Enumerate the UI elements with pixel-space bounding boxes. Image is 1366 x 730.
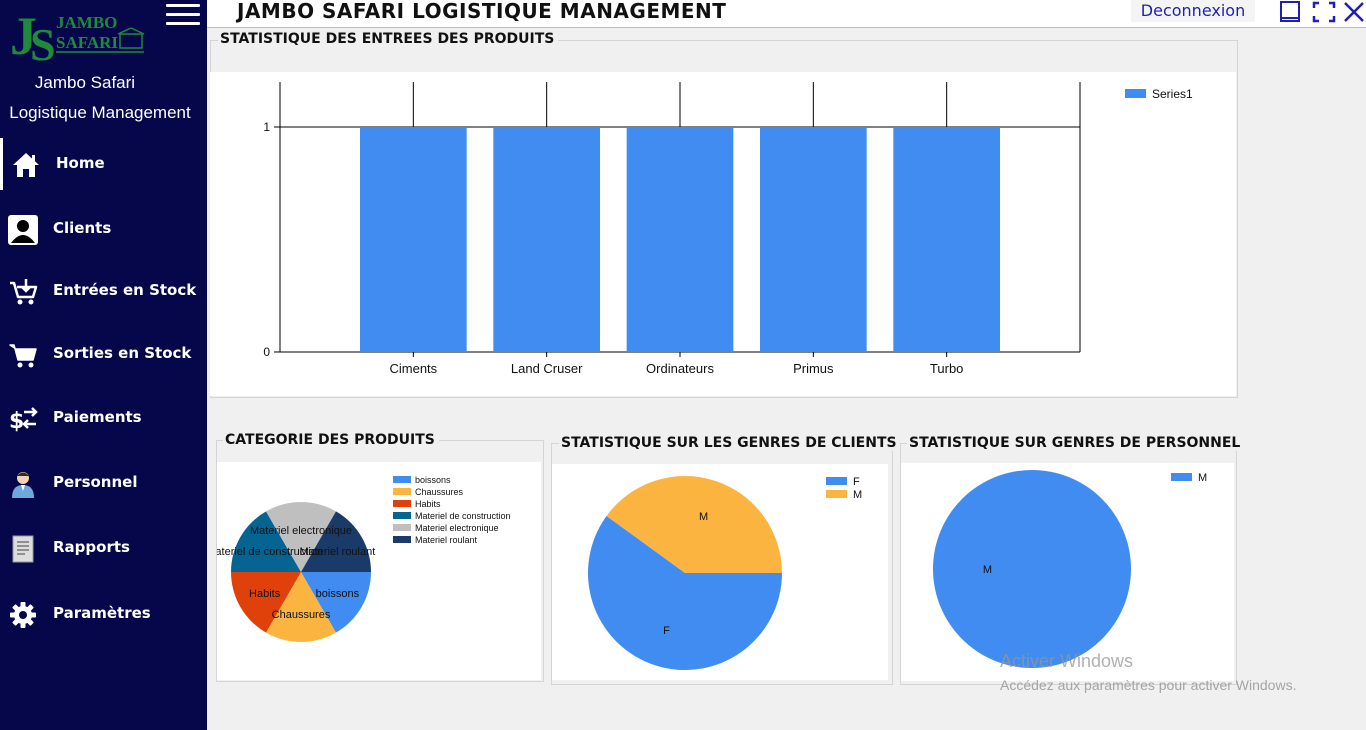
sidebar-item-clients[interactable]: Clients: [0, 203, 207, 255]
category-legend-label: Materiel electronique: [415, 523, 499, 533]
clients-data-label: M: [699, 511, 708, 523]
sidebar-label-personnel: Personnel: [53, 473, 138, 491]
sidebar-label-parametres: Paramètres: [53, 604, 151, 622]
clients-legend-label: M: [853, 489, 862, 501]
sidebar-label-paiements: Paiements: [53, 408, 142, 426]
maximize-icon[interactable]: [1312, 1, 1336, 23]
category-legend-swatch: [393, 488, 411, 495]
category-data-label: Materiel electronique: [250, 525, 352, 537]
sidebar-label-entrees-stock: Entrées en Stock: [53, 281, 197, 299]
cart-icon: [9, 344, 37, 368]
staff-pie-chart: MM: [933, 470, 1207, 668]
brand-line1: Jambo Safari: [34, 73, 136, 92]
user-icon: [8, 215, 38, 245]
sidebar: J S JAMBO SAFARI Jambo Safari Logistique…: [0, 0, 207, 730]
x-tick-label: Ciments: [389, 361, 437, 376]
staff-legend-swatch: [1171, 473, 1192, 481]
brand-line2: Logistique Management: [9, 103, 191, 122]
activation-watermark-subtitle: Accédez aux paramètres pour activer Wind…: [1000, 677, 1297, 693]
sidebar-label-clients: Clients: [53, 219, 112, 237]
menu-toggle-icon[interactable]: [166, 4, 200, 28]
activation-watermark-title: Activer Windows: [1000, 651, 1134, 671]
products-title: STATISTIQUE DES ENTREES DES PRODUITS: [218, 31, 559, 47]
category-chart-panel: boissons Chaussures Habits Materiel de cons…: [206, 462, 541, 680]
category-title: CATEGORIE DES PRODUITS: [223, 432, 439, 448]
category-legend-swatch: [393, 476, 411, 483]
clients-legend-swatch: [826, 490, 847, 498]
cart-in-icon: [10, 279, 38, 305]
sidebar-item-sorties-stock[interactable]: Sorties en Stock: [0, 328, 207, 380]
category-legend-swatch: [393, 512, 411, 519]
y-tick-label: 0: [263, 345, 270, 359]
category-legend-swatch: [393, 536, 411, 543]
logout-button[interactable]: Deconnexion: [1131, 0, 1255, 22]
category-legend-swatch: [393, 524, 411, 531]
category-legend-label: Materiel roulant: [415, 535, 478, 545]
products-chart-panel: 0 1 Ciments Land Cruser Ordinateurs Primus Tur…: [210, 72, 1236, 396]
home-icon: [13, 153, 39, 177]
staff-slice-m: [933, 470, 1131, 668]
x-tick-label: Primus: [793, 361, 834, 376]
category-data-label: Chaussures: [272, 609, 331, 621]
clients-legend-label: F: [853, 476, 860, 488]
category-legend-label: boissons: [415, 475, 451, 485]
svg-text:SAFARI: SAFARI: [56, 33, 118, 52]
sidebar-item-home[interactable]: Home: [0, 138, 210, 190]
sidebar-label-sorties-stock: Sorties en Stock: [53, 344, 192, 362]
clients-title: STATISTIQUE SUR LES GENRES DE CLIENTS: [559, 435, 901, 451]
report-icon: [12, 535, 34, 563]
category-pie-chart: boissons Chaussures Habits Materiel de cons…: [206, 475, 511, 642]
legend-label: Series1: [1152, 87, 1193, 101]
category-data-label: Materiel roulant: [299, 546, 375, 558]
sidebar-label-rapports: Rapports: [53, 538, 130, 556]
svg-text:$: $: [9, 409, 24, 434]
bar-land-cruser: [493, 127, 600, 352]
x-tick-label: Ordinateurs: [646, 361, 714, 376]
minimize-icon[interactable]: [1278, 1, 1302, 23]
bar-primus: [760, 127, 867, 352]
sidebar-item-parametres[interactable]: Paramètres: [0, 588, 207, 640]
clients-pie-chart: FMFM: [588, 476, 862, 670]
y-tick-label: 1: [263, 120, 270, 134]
staff-title: STATISTIQUE SUR GENRES DE PERSONNEL: [907, 435, 1245, 451]
staff-legend-label: M: [1198, 472, 1207, 484]
payment-icon: $: [9, 407, 38, 434]
category-legend-label: Habits: [415, 499, 441, 509]
sidebar-label-home: Home: [56, 154, 105, 172]
top-bar: JAMBO SAFARI LOGISTIQUE MANAGEMENT Decon…: [207, 0, 1366, 28]
clients-legend-swatch: [826, 477, 847, 485]
bar-turbo: [893, 127, 1000, 352]
sidebar-item-entrees-stock[interactable]: Entrées en Stock: [0, 265, 207, 317]
bar-ciments: [360, 127, 467, 352]
category-legend-label: Materiel de construction: [415, 511, 511, 521]
close-icon[interactable]: [1342, 1, 1366, 23]
sidebar-item-rapports[interactable]: Rapports: [0, 522, 207, 574]
sidebar-item-paiements[interactable]: $ Paiements: [0, 392, 207, 444]
category-legend-label: Chaussures: [415, 487, 464, 497]
category-data-label: Habits: [249, 588, 281, 600]
category-data-label: boissons: [316, 588, 360, 600]
products-bar-chart: 0 1 Ciments Land Cruser Ordinateurs Primus Tur…: [263, 82, 1193, 376]
clients-chart-panel: FMFM: [552, 464, 888, 680]
clients-data-label: F: [663, 625, 670, 637]
category-legend-swatch: [393, 500, 411, 507]
staff-icon: [12, 472, 34, 498]
svg-text:JAMBO: JAMBO: [56, 13, 117, 32]
app-title: JAMBO SAFARI LOGISTIQUE MANAGEMENT: [237, 0, 727, 23]
staff-data-label: M: [983, 564, 992, 576]
app-logo: J S JAMBO SAFARI: [10, 6, 145, 64]
x-tick-label: Turbo: [930, 361, 963, 376]
x-tick-label: Land Cruser: [511, 361, 583, 376]
staff-chart-panel: MM: [901, 463, 1234, 681]
svg-text:S: S: [30, 19, 56, 64]
bar-ordinateurs: [626, 127, 734, 352]
gear-icon: [10, 602, 36, 628]
sidebar-item-personnel[interactable]: Personnel: [0, 457, 207, 509]
legend-swatch: [1125, 89, 1146, 98]
